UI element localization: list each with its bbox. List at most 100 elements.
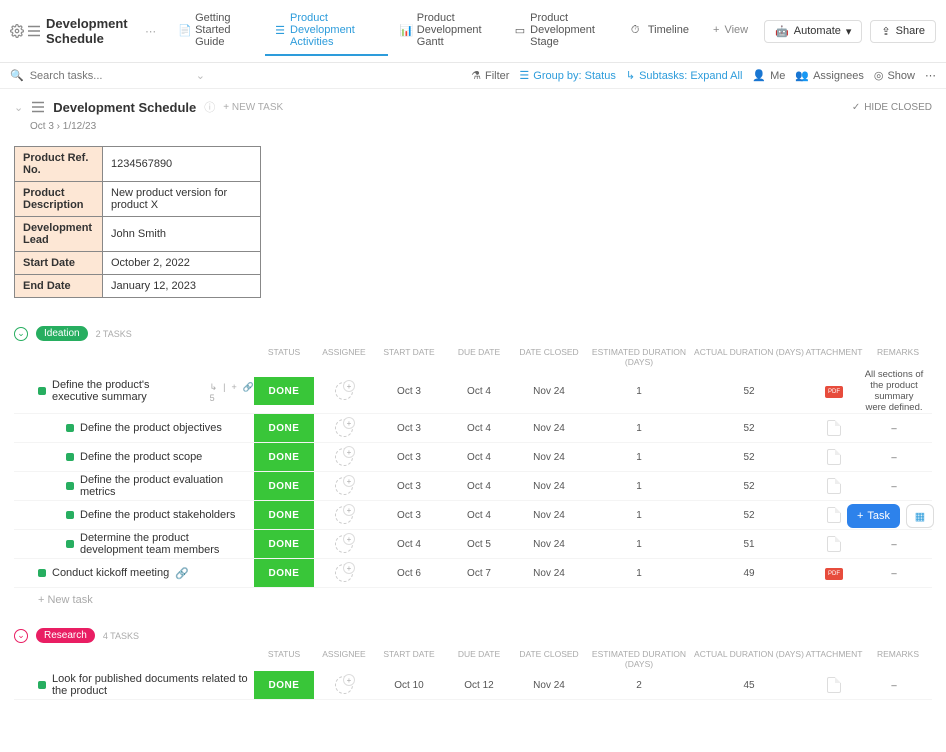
cell-act[interactable]: 52: [694, 423, 804, 434]
remarks-cell[interactable]: –: [864, 568, 932, 579]
attachment-cell[interactable]: [804, 478, 864, 494]
add-view-button[interactable]: + View: [703, 18, 758, 44]
cell-closed[interactable]: Nov 24: [514, 680, 584, 691]
app-settings-icon[interactable]: [10, 24, 24, 38]
task-row[interactable]: Conduct kickoff meeting 🔗DONEOct 6Oct 7N…: [14, 559, 932, 588]
cell-due[interactable]: Oct 7: [444, 568, 514, 579]
cell-act[interactable]: 51: [694, 539, 804, 550]
attachment-cell[interactable]: PDF: [804, 567, 864, 580]
groupby-button[interactable]: ☰ Group by: Status: [519, 69, 615, 82]
cell-due[interactable]: Oct 12: [444, 680, 514, 691]
cell-closed[interactable]: Nov 24: [514, 481, 584, 492]
column-header[interactable]: DATE CLOSED: [514, 347, 584, 367]
task-row[interactable]: Define the product's executive summary↳ …: [14, 369, 932, 414]
status-badge[interactable]: DONE: [254, 414, 314, 442]
cell-start[interactable]: Oct 3: [374, 423, 444, 434]
column-header[interactable]: [14, 649, 254, 669]
cell-est[interactable]: 1: [584, 423, 694, 434]
assignee-add[interactable]: [335, 382, 353, 400]
cell-act[interactable]: 52: [694, 386, 804, 397]
status-badge[interactable]: DONE: [254, 472, 314, 500]
new-task-button[interactable]: + NEW TASK: [223, 102, 283, 113]
column-header[interactable]: ATTACHMENT: [804, 347, 864, 367]
status-badge[interactable]: DONE: [254, 559, 314, 587]
remarks-cell[interactable]: –: [864, 481, 932, 492]
new-task-row[interactable]: + New task: [14, 588, 932, 612]
column-header[interactable]: DUE DATE: [444, 347, 514, 367]
cell-act[interactable]: 52: [694, 481, 804, 492]
grid-apps-button[interactable]: ▦: [906, 504, 934, 528]
column-header[interactable]: REMARKS: [864, 649, 932, 669]
more-icon[interactable]: ⋯: [925, 69, 936, 82]
cell-start[interactable]: Oct 4: [374, 539, 444, 550]
cell-closed[interactable]: Nov 24: [514, 423, 584, 434]
tab-product-development-stage[interactable]: ▭Product Development Stage: [505, 6, 619, 56]
cell-start[interactable]: Oct 3: [374, 510, 444, 521]
cell-act[interactable]: 52: [694, 510, 804, 521]
cell-est[interactable]: 2: [584, 680, 694, 691]
remarks-cell[interactable]: All sections of the product summary were…: [864, 369, 932, 413]
attachment-cell[interactable]: PDF: [804, 385, 864, 398]
column-header[interactable]: [14, 347, 254, 367]
assignee-add[interactable]: [335, 506, 353, 524]
filter-button[interactable]: ⚗ Filter: [471, 69, 509, 82]
cell-due[interactable]: Oct 4: [444, 481, 514, 492]
remarks-cell[interactable]: –: [864, 423, 932, 434]
search-input[interactable]: [30, 70, 190, 82]
info-icon[interactable]: ⓘ: [204, 99, 215, 115]
assignee-add[interactable]: [335, 448, 353, 466]
new-task-fab[interactable]: + Task: [847, 504, 900, 528]
status-badge[interactable]: DONE: [254, 443, 314, 471]
column-header[interactable]: ASSIGNEE: [314, 649, 374, 669]
status-badge[interactable]: DONE: [254, 377, 314, 405]
cell-est[interactable]: 1: [584, 481, 694, 492]
share-button[interactable]: ⇪ Share: [870, 20, 936, 43]
column-header[interactable]: STATUS: [254, 649, 314, 669]
cell-est[interactable]: 1: [584, 510, 694, 521]
cell-est[interactable]: 1: [584, 386, 694, 397]
cell-due[interactable]: Oct 4: [444, 452, 514, 463]
hide-closed-button[interactable]: ✓ HIDE CLOSED: [852, 102, 932, 113]
tab-getting-started-guide[interactable]: 📄Getting Started Guide: [168, 6, 263, 56]
cell-due[interactable]: Oct 5: [444, 539, 514, 550]
assignee-add[interactable]: [335, 477, 353, 495]
remarks-cell[interactable]: –: [864, 539, 932, 550]
cell-act[interactable]: 49: [694, 568, 804, 579]
assignee-add[interactable]: [335, 535, 353, 553]
task-row[interactable]: Determine the product development team m…: [14, 530, 932, 559]
column-header[interactable]: REMARKS: [864, 347, 932, 367]
me-button[interactable]: 👤 Me: [752, 69, 785, 82]
column-header[interactable]: STATUS: [254, 347, 314, 367]
column-header[interactable]: ATTACHMENT: [804, 649, 864, 669]
task-row[interactable]: Define the product stakeholdersDONEOct 3…: [14, 501, 932, 530]
chevron-down-icon[interactable]: ⌄: [196, 69, 205, 82]
cell-closed[interactable]: Nov 24: [514, 539, 584, 550]
cell-start[interactable]: Oct 6: [374, 568, 444, 579]
column-header[interactable]: ESTIMATED DURATION (DAYS): [584, 347, 694, 367]
cell-est[interactable]: 1: [584, 539, 694, 550]
column-header[interactable]: ASSIGNEE: [314, 347, 374, 367]
attachment-cell[interactable]: [804, 420, 864, 436]
cell-due[interactable]: Oct 4: [444, 510, 514, 521]
cell-est[interactable]: 1: [584, 452, 694, 463]
column-header[interactable]: ACTUAL DURATION (DAYS): [694, 347, 804, 367]
status-badge[interactable]: DONE: [254, 671, 314, 699]
task-row[interactable]: Define the product evaluation metricsDON…: [14, 472, 932, 501]
assignee-add[interactable]: [335, 676, 353, 694]
remarks-cell[interactable]: –: [864, 452, 932, 463]
search-box[interactable]: 🔍 ⌄: [10, 69, 461, 82]
show-button[interactable]: ◎ Show: [874, 69, 915, 82]
column-header[interactable]: DUE DATE: [444, 649, 514, 669]
attachment-cell[interactable]: [804, 536, 864, 552]
cell-closed[interactable]: Nov 24: [514, 386, 584, 397]
column-header[interactable]: ESTIMATED DURATION (DAYS): [584, 649, 694, 669]
cell-closed[interactable]: Nov 24: [514, 568, 584, 579]
task-row[interactable]: Define the product objectivesDONEOct 3Oc…: [14, 414, 932, 443]
subtasks-button[interactable]: ↳ Subtasks: Expand All: [626, 69, 743, 82]
cell-due[interactable]: Oct 4: [444, 386, 514, 397]
cell-start[interactable]: Oct 3: [374, 386, 444, 397]
column-header[interactable]: ACTUAL DURATION (DAYS): [694, 649, 804, 669]
cell-start[interactable]: Oct 3: [374, 481, 444, 492]
assignees-button[interactable]: 👥 Assignees: [795, 69, 863, 82]
section-collapse[interactable]: ⌄: [14, 629, 28, 643]
